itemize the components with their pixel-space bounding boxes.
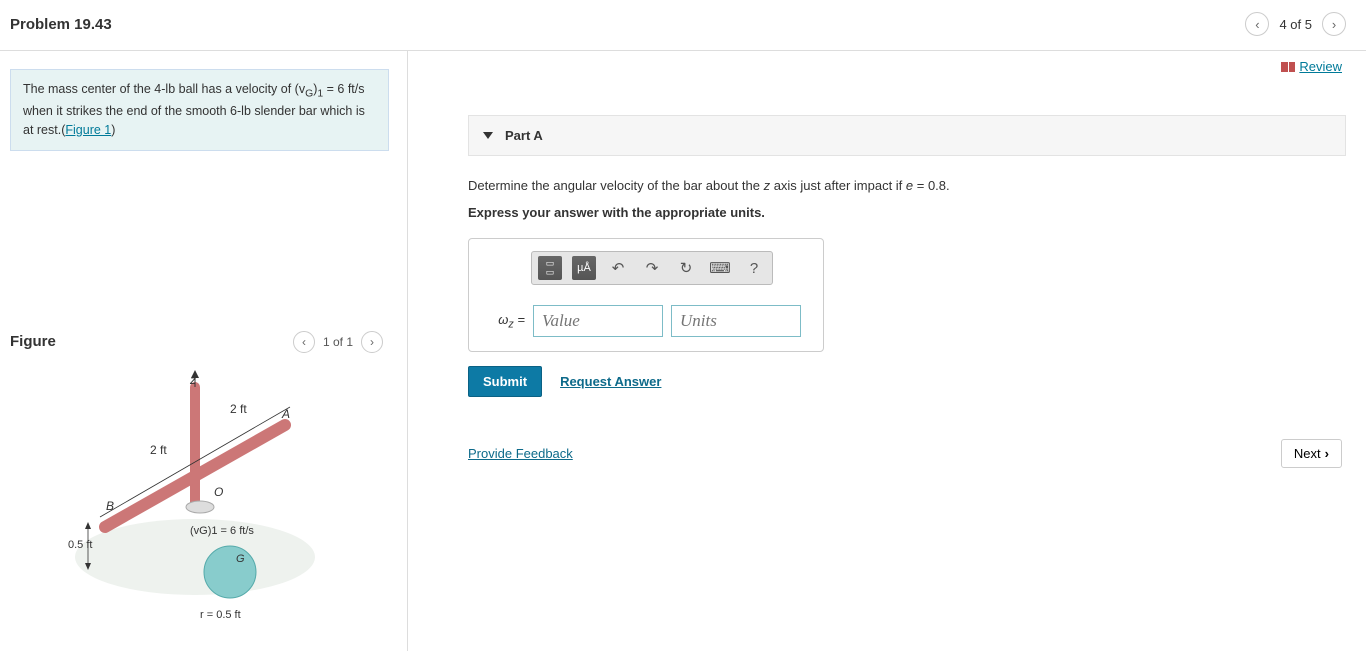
- chevron-right-icon: ›: [1325, 446, 1329, 461]
- figure-header: Figure ‹ 1 of 1 ›: [10, 331, 389, 353]
- math-toolbar: ▭▭ µÅ ↶ ↷ ↻ ⌨ ?: [531, 251, 773, 285]
- label-vg: (vG)1 = 6 ft/s: [190, 525, 254, 537]
- units-input[interactable]: [671, 305, 801, 337]
- figure-nav: ‹ 1 of 1 ›: [293, 331, 383, 353]
- collapse-icon: [483, 132, 493, 139]
- units-instruction: Express your answer with the appropriate…: [468, 205, 1346, 220]
- figure-nav-indicator: 1 of 1: [323, 335, 353, 349]
- variable-label: ωz =: [483, 312, 525, 331]
- figure-diagram: z 2 ft 2 ft A B O G 0.5 ft (vG)1 = 6 ft/…: [50, 367, 350, 627]
- submit-button[interactable]: Submit: [468, 366, 542, 397]
- figure-prev-button[interactable]: ‹: [293, 331, 315, 353]
- figure-title: Figure: [10, 333, 56, 350]
- label-b: B: [106, 499, 114, 513]
- next-button[interactable]: Next ›: [1281, 439, 1342, 468]
- book-icon: [1281, 62, 1295, 72]
- figure-next-button[interactable]: ›: [361, 331, 383, 353]
- footer-row: Provide Feedback Next ›: [468, 439, 1346, 468]
- label-seg-left: 2 ft: [150, 443, 167, 457]
- next-page-button[interactable]: ›: [1322, 12, 1346, 36]
- review-link[interactable]: Review: [1281, 59, 1342, 74]
- label-o: O: [214, 485, 223, 499]
- label-z: z: [190, 373, 196, 387]
- left-panel: The mass center of the 4-lb ball has a v…: [0, 51, 408, 651]
- help-button[interactable]: ?: [742, 256, 766, 280]
- label-offset: 0.5 ft: [68, 539, 92, 551]
- label-a: A: [282, 407, 290, 421]
- right-panel: Review Part A Determine the angular velo…: [408, 51, 1366, 651]
- instruction-text: Determine the angular velocity of the ba…: [468, 178, 1346, 193]
- part-body: Determine the angular velocity of the ba…: [468, 156, 1346, 468]
- prev-page-button[interactable]: ‹: [1245, 12, 1269, 36]
- request-answer-link[interactable]: Request Answer: [560, 374, 661, 389]
- label-radius: r = 0.5 ft: [200, 609, 241, 621]
- part-title: Part A: [505, 128, 543, 143]
- undo-button[interactable]: ↶: [606, 256, 630, 280]
- answer-box: ▭▭ µÅ ↶ ↷ ↻ ⌨ ? ωz =: [468, 238, 824, 352]
- unit-symbol-button[interactable]: µÅ: [572, 256, 596, 280]
- reset-button[interactable]: ↻: [674, 256, 698, 280]
- redo-button[interactable]: ↷: [640, 256, 664, 280]
- problem-statement: The mass center of the 4-lb ball has a v…: [10, 69, 389, 151]
- provide-feedback-link[interactable]: Provide Feedback: [468, 446, 573, 461]
- page-nav: ‹ 4 of 5 ›: [1245, 12, 1346, 36]
- template-button[interactable]: ▭▭: [538, 256, 562, 280]
- page-header: Problem 19.43 ‹ 4 of 5 ›: [0, 0, 1366, 51]
- label-seg-right: 2 ft: [230, 402, 247, 416]
- figure-link[interactable]: Figure 1: [65, 123, 111, 137]
- action-row: Submit Request Answer: [468, 366, 1346, 397]
- page-indicator: 4 of 5: [1279, 17, 1312, 32]
- value-input[interactable]: [533, 305, 663, 337]
- part-header[interactable]: Part A: [468, 115, 1346, 156]
- keyboard-button[interactable]: ⌨: [708, 256, 732, 280]
- label-g: G: [236, 553, 245, 565]
- problem-title: Problem 19.43: [10, 16, 112, 33]
